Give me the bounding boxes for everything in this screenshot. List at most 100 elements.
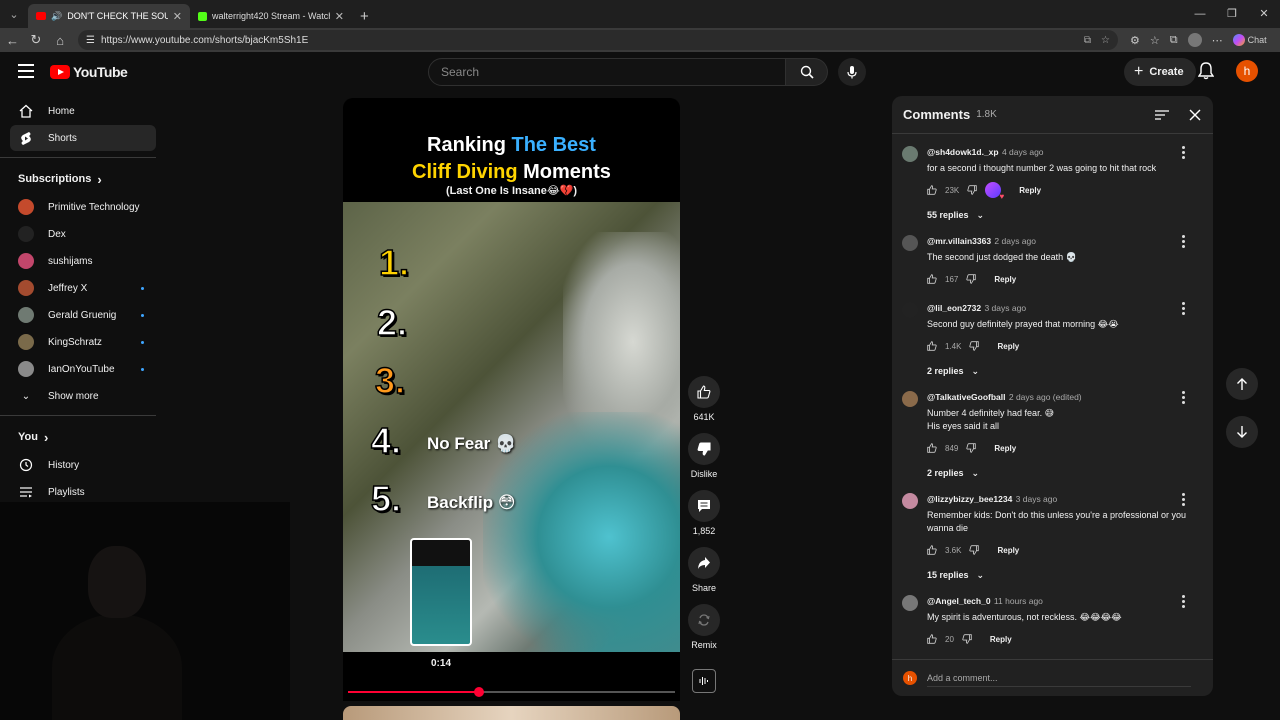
reply-button[interactable]: Reply	[997, 546, 1019, 555]
subscription-item[interactable]: sushijams	[10, 248, 156, 274]
comment-like-icon[interactable]	[927, 341, 937, 351]
like-circle[interactable]	[688, 376, 720, 408]
comment-author[interactable]: @TalkativeGoofball	[927, 392, 1006, 402]
commenter-avatar[interactable]	[902, 595, 918, 611]
reply-button[interactable]: Reply	[1019, 186, 1041, 195]
tab-close-icon[interactable]: ✕	[335, 10, 344, 23]
subscription-item[interactable]: KingSchratz	[10, 329, 156, 355]
collections-icon[interactable]: ⧉	[1170, 34, 1178, 47]
comment-more-icon[interactable]	[1182, 302, 1185, 317]
comment-more-icon[interactable]	[1182, 493, 1185, 508]
next-short-preview[interactable]	[343, 706, 680, 720]
favorite-star-icon[interactable]: ☆	[1101, 35, 1110, 46]
subscriptions-heading[interactable]: Subscriptions ›	[10, 164, 156, 194]
comment-like-icon[interactable]	[927, 545, 937, 555]
share-button[interactable]: Share	[688, 547, 720, 593]
comment-author[interactable]: @Angel_tech_0	[927, 596, 991, 606]
comments-button[interactable]: 1,852	[688, 490, 720, 536]
minimize-icon[interactable]: —	[1184, 0, 1216, 28]
subscription-item[interactable]: Primitive Technology	[10, 194, 156, 220]
commenter-avatar[interactable]	[902, 146, 918, 162]
dislike-button[interactable]: Dislike	[688, 433, 720, 479]
comment-dislike-icon[interactable]	[967, 185, 977, 195]
sidebar-item-shorts[interactable]: Shorts	[10, 125, 156, 151]
comment-author[interactable]: @lil_eon2732	[927, 303, 981, 313]
voice-search-button[interactable]	[838, 58, 866, 86]
more-icon[interactable]: ⋯	[1212, 34, 1223, 47]
app-available-icon[interactable]: ⧉	[1084, 35, 1091, 46]
sidebar-item-history[interactable]: History	[10, 452, 156, 478]
account-avatar[interactable]: h	[1236, 60, 1258, 82]
comment-time[interactable]: 3 days ago	[1016, 494, 1058, 504]
comment-author[interactable]: @mr.villain3363	[927, 236, 991, 246]
video-frame[interactable]: 1. 2. 3. 4. No Fear 💀 5. Backflip 😳	[343, 202, 680, 652]
view-replies-button[interactable]: 2 replies ⌄	[927, 363, 1203, 379]
comment-like-icon[interactable]	[927, 185, 937, 195]
tab-audio-icon[interactable]: 🔊	[51, 11, 62, 22]
like-button[interactable]: 641K	[688, 376, 720, 422]
comment-time[interactable]: 2 days ago (edited)	[1009, 392, 1082, 402]
subscription-item[interactable]: IanOnYouTube	[10, 356, 156, 382]
comment-author[interactable]: @sh4dowk1d._xp	[927, 147, 999, 157]
view-replies-button[interactable]: 55 replies ⌄	[927, 207, 1203, 223]
address-bar[interactable]: ☰ https://www.youtube.com/shorts/bjacKm5…	[78, 30, 1118, 50]
create-button[interactable]: + Create	[1124, 58, 1196, 86]
comment-time[interactable]: 3 days ago	[984, 303, 1026, 313]
comment-time[interactable]: 2 days ago	[994, 236, 1036, 246]
browser-tab[interactable]: walterright420 Stream - Watch Live ✕	[190, 4, 352, 28]
reply-button[interactable]: Reply	[990, 635, 1012, 644]
progress-scrubber[interactable]	[473, 687, 484, 697]
comment-dislike-icon[interactable]	[966, 274, 977, 284]
shorts-player[interactable]: Ranking The Best Cliff Diving Moments (L…	[343, 98, 680, 701]
comment-like-icon[interactable]	[927, 274, 937, 284]
you-heading[interactable]: You ›	[10, 422, 156, 452]
remix-circle[interactable]	[688, 604, 720, 636]
previous-short-button[interactable]	[1226, 368, 1258, 400]
reply-button[interactable]: Reply	[994, 444, 1016, 453]
close-window-icon[interactable]: ✕	[1248, 0, 1280, 28]
url-text[interactable]: https://www.youtube.com/shorts/bjacKm5Sh…	[101, 35, 308, 46]
comment-dislike-icon[interactable]	[962, 634, 972, 644]
close-icon[interactable]	[1189, 109, 1201, 121]
comment-like-icon[interactable]	[927, 634, 937, 644]
commenter-avatar[interactable]	[902, 391, 918, 407]
favorites-icon[interactable]: ☆	[1150, 34, 1160, 47]
subscription-item[interactable]: Gerald Gruenig	[10, 302, 156, 328]
comment-like-icon[interactable]	[927, 443, 937, 453]
home-browser-icon[interactable]: ⌂	[54, 33, 66, 48]
reply-button[interactable]: Reply	[994, 275, 1016, 284]
comment-more-icon[interactable]	[1182, 235, 1185, 250]
view-replies-button[interactable]: 15 replies ⌄	[927, 567, 1203, 583]
remix-button[interactable]: Remix	[688, 604, 720, 650]
comment-dislike-icon[interactable]	[969, 545, 980, 555]
share-circle[interactable]	[688, 547, 720, 579]
commenter-avatar[interactable]	[902, 302, 918, 318]
comments-circle[interactable]	[688, 490, 720, 522]
sidebar-item-home[interactable]: Home	[10, 98, 156, 124]
new-tab-button[interactable]: +	[352, 8, 377, 28]
comments-list[interactable]: @sh4dowk1d._xp 4 days ago for a second i …	[892, 140, 1213, 659]
browser-tab-active[interactable]: 🔊 DON'T CHECK THE SOUND 👽 ✕	[28, 4, 190, 28]
copilot-chat-button[interactable]: Chat	[1232, 34, 1267, 46]
comment-author[interactable]: @lizzybizzy_bee1234	[927, 494, 1012, 504]
notifications-button[interactable]	[1198, 62, 1214, 80]
profile-avatar[interactable]	[1187, 33, 1202, 47]
comment-dislike-icon[interactable]	[969, 341, 980, 351]
commenter-avatar[interactable]	[902, 235, 918, 251]
subscription-item[interactable]: Dex	[10, 221, 156, 247]
back-icon[interactable]: ←	[6, 33, 19, 48]
progress-bar[interactable]	[348, 687, 675, 697]
next-short-button[interactable]	[1226, 416, 1258, 448]
extensions-icon[interactable]: ⚙	[1130, 34, 1140, 47]
menu-hamburger-icon[interactable]	[18, 64, 34, 82]
commenter-avatar[interactable]	[902, 493, 918, 509]
comment-time[interactable]: 4 days ago	[1002, 147, 1044, 157]
subscription-item[interactable]: Jeffrey X	[10, 275, 156, 301]
comment-more-icon[interactable]	[1182, 146, 1185, 161]
tab-close-icon[interactable]: ✕	[173, 10, 182, 23]
comment-more-icon[interactable]	[1182, 391, 1185, 406]
youtube-logo[interactable]: YouTube	[50, 64, 128, 80]
search-input[interactable]	[428, 58, 786, 86]
comment-more-icon[interactable]	[1182, 595, 1185, 610]
comment-time[interactable]: 11 hours ago	[994, 596, 1043, 606]
